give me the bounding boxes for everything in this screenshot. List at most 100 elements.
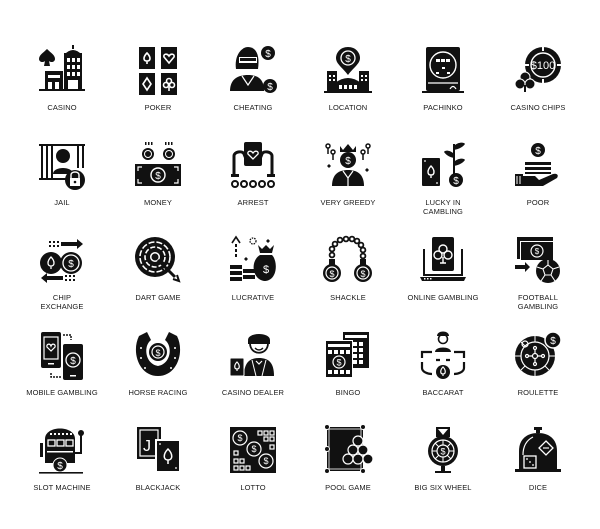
online-gambling-laptop-icon [420,237,466,281]
icon-label: SLOT MACHINE [33,483,91,492]
chip-value-text: $100 [531,60,555,72]
pool-table-icon [324,425,373,474]
icon-cell-lucrative: $ LUCRATIVE [203,225,303,320]
svg-text:$: $ [57,461,63,472]
casino-location-icon: $ [324,47,372,93]
svg-text:$: $ [336,358,341,368]
icon-cell-casino-chips: $100 CASINO CHIPS [488,35,588,130]
blackjack-cards-icon: J [137,427,181,473]
svg-text:$: $ [155,171,161,182]
icon-label: DICE [528,483,548,492]
svg-text:$: $ [453,176,459,187]
icon-cell-slot-machine: $ SLOT MACHINE [12,415,112,510]
icon-cell-lotto: $ $ $ LOTTO [203,415,303,510]
icon-cell-online-gambling: ONLINE GAMBLING [393,225,493,320]
icon-label: LOCATION [328,103,368,112]
svg-text:$: $ [329,269,334,279]
icon-label: CASINO DEALER [221,388,285,397]
svg-text:$: $ [345,54,351,65]
icon-label: ARREST [237,198,269,207]
poker-cards-icon [139,47,177,95]
icon-label: HORSE RACING [128,388,188,397]
icon-label: POOL GAME [325,483,371,492]
icon-label: BLACKJACK [135,483,181,492]
icon-cell-money: $ MONEY [108,130,208,225]
icon-label: CASINO CHIPS [510,103,566,112]
icon-cell-baccarat: BACCARAT [393,320,493,415]
icon-label: BACCARAT [422,388,464,397]
lucrative-money-bag-icon: $ [230,235,276,281]
pachinko-machine-icon [422,47,464,93]
icon-cell-jail: JAIL [12,130,112,225]
svg-text:$: $ [550,336,556,347]
icon-cell-football-gambling: $ FOOTBALL GAMBLING [488,225,588,320]
icon-cell-poker: POKER [108,35,208,130]
svg-text:$: $ [237,433,242,443]
icon-label: PACHINKO [423,103,463,112]
poor-hand-coin-icon: $ [515,143,558,186]
icon-label: LOTTO [240,483,266,492]
icon-cell-big-six-wheel: $ BIG SIX WHEEL [393,415,493,510]
icon-cell-shackle: $ $ SHACKLE [298,225,398,320]
casino-dealer-icon [229,334,274,377]
dart-target-icon [135,237,181,283]
svg-text:$: $ [265,49,271,60]
slot-machine-icon: $ [39,428,84,474]
icon-label: FOOTBALL GAMBLING [517,293,559,311]
chip-exchange-icon: $ [40,239,83,283]
icon-cell-blackjack: J BLACKJACK [108,415,208,510]
svg-text:$: $ [155,348,160,358]
icon-cell-roulette: $ ROULETTE [488,320,588,415]
casino-building-icon [39,45,85,91]
icon-label: VERY GREEDY [320,198,376,207]
card-letter-text: J [143,438,151,455]
bingo-card-icon: $ [325,332,369,378]
greedy-king-icon: $ [325,143,371,186]
lucky-plant-card-icon: $ [422,142,465,187]
icon-label: ONLINE GAMBLING [407,293,479,302]
icon-label: CHEATING [233,103,273,112]
icon-label: BINGO [335,388,361,397]
dice-dome-icon [515,427,561,472]
icon-label: ROULETTE [517,388,559,397]
icon-label: SHACKLE [330,293,366,302]
icon-label: POKER [144,103,172,112]
icon-label: BIG SIX WHEEL [414,483,472,492]
icon-cell-bingo: $ BINGO [298,320,398,415]
svg-text:$: $ [535,146,541,157]
svg-text:$: $ [345,156,351,167]
icon-grid: CASINO POKER $ $ CHEATING $ LOCATION PAC… [0,0,600,529]
icon-label: JAIL [54,198,70,207]
svg-text:$: $ [360,269,365,279]
icon-cell-dice: DICE [488,415,588,510]
roulette-wheel-icon: $ [515,331,562,376]
svg-text:$: $ [263,456,268,466]
football-gambling-icon: $ [515,237,560,283]
icon-label: CASINO [47,103,77,112]
mobile-gambling-icon: $ [41,332,83,380]
jail-icon [39,144,85,190]
icon-cell-location: $ LOCATION [298,35,398,130]
svg-text:$: $ [263,264,269,276]
lotto-ticket-icon: $ $ $ [230,427,276,473]
cheating-woman-icon: $ $ [230,46,277,93]
icon-label: LUCRATIVE [231,293,275,302]
icon-label: POOR [526,198,550,207]
icon-cell-casino: CASINO [12,35,112,130]
icon-cell-mobile-gambling: $ MOBILE GAMBLING [12,320,112,415]
arrest-handcuffs-icon [231,142,275,188]
svg-text:$: $ [251,444,256,454]
icon-cell-very-greedy: $ VERY GREEDY [298,130,398,225]
svg-text:$: $ [440,447,445,457]
icon-label: MOBILE GAMBLING [26,388,98,397]
icon-cell-dart-game: DART GAME [108,225,208,320]
baccarat-table-icon [420,331,466,379]
svg-text:$: $ [70,356,76,367]
icon-label: MONEY [143,198,172,207]
svg-text:$: $ [535,247,540,256]
shackle-icon: $ $ [323,235,372,282]
icon-label: LUCKY IN CAMBLING [423,198,463,216]
icon-cell-pool-game: POOL GAME [298,415,398,510]
icon-cell-pachinko: PACHINKO [393,35,493,130]
icon-label: CHIP EXCHANGE [40,293,84,311]
